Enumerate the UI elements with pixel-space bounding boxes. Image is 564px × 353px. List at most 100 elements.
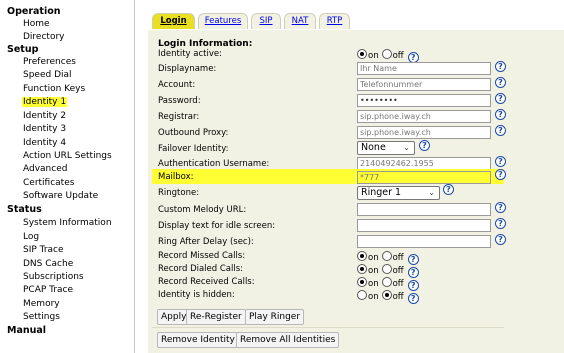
record-received-on-radio[interactable] bbox=[357, 277, 367, 287]
chevron-down-icon: ⌄ bbox=[403, 143, 410, 152]
nav-item-identity-4[interactable]: Identity 4 bbox=[22, 138, 67, 148]
record-missed-calls-label: Record Missed Calls: bbox=[158, 251, 246, 261]
identity-hidden-label: Identity is hidden: bbox=[158, 290, 235, 300]
record-received-radio-group: on off? bbox=[357, 277, 419, 291]
identity-active-off-label: off bbox=[392, 51, 404, 61]
remove-all-identities-button[interactable]: Remove All Identities bbox=[236, 332, 340, 348]
nav-item-certificates[interactable]: Certificates bbox=[22, 178, 75, 188]
help-icon[interactable]: ? bbox=[495, 218, 506, 229]
record-missed-off-label: off bbox=[392, 253, 404, 263]
mailbox-label: Mailbox: bbox=[158, 172, 194, 182]
login-information-heading: Login Information: bbox=[158, 39, 253, 49]
tab-features[interactable]: Features bbox=[198, 13, 248, 29]
re-register-button[interactable]: Re-Register bbox=[186, 309, 246, 325]
record-received-off-radio[interactable] bbox=[381, 277, 392, 287]
help-icon[interactable]: ? bbox=[443, 184, 454, 195]
record-missed-on-radio[interactable] bbox=[357, 251, 367, 261]
failover-identity-value: None bbox=[361, 142, 386, 153]
record-dialed-on-radio[interactable] bbox=[357, 264, 367, 274]
identity-hidden-on-radio[interactable] bbox=[357, 290, 367, 300]
help-icon[interactable]: ? bbox=[419, 140, 430, 151]
registrar-input[interactable] bbox=[357, 110, 491, 123]
nav-item-log[interactable]: Log bbox=[22, 232, 40, 242]
account-label: Account: bbox=[158, 80, 196, 90]
record-dialed-calls-label: Record Dialed Calls: bbox=[158, 264, 244, 274]
identity-active-on-radio[interactable] bbox=[357, 49, 367, 59]
record-missed-on-label: on bbox=[368, 253, 379, 263]
help-icon[interactable]: ? bbox=[495, 77, 506, 88]
nav-item-software-update[interactable]: Software Update bbox=[22, 191, 99, 201]
password-input[interactable] bbox=[357, 94, 491, 107]
nav-item-dns-cache[interactable]: DNS Cache bbox=[22, 259, 74, 269]
nav-item-identity-3[interactable]: Identity 3 bbox=[22, 124, 67, 134]
identity-hidden-off-label: off bbox=[392, 292, 404, 302]
tab-sip[interactable]: SIP bbox=[251, 13, 281, 29]
help-icon[interactable]: ? bbox=[407, 293, 419, 304]
nav-item-settings[interactable]: Settings bbox=[22, 312, 61, 322]
nav-item-speed-dial[interactable]: Speed Dial bbox=[22, 70, 73, 80]
outbound-proxy-input[interactable] bbox=[357, 126, 491, 139]
failover-identity-label: Failover Identity: bbox=[158, 144, 229, 154]
record-missed-radio-group: on off? bbox=[357, 251, 419, 265]
displayname-input[interactable] bbox=[357, 62, 491, 75]
nav-section-manual[interactable]: Manual bbox=[7, 325, 46, 336]
help-icon[interactable]: ? bbox=[495, 234, 506, 245]
nav-item-memory[interactable]: Memory bbox=[22, 299, 61, 309]
button-row-separator bbox=[152, 327, 504, 328]
play-ringer-button[interactable]: Play Ringer bbox=[245, 309, 305, 325]
password-label: Password: bbox=[158, 96, 201, 106]
remove-identity-button[interactable]: Remove Identity bbox=[157, 332, 239, 348]
identity-hidden-radio-group: on off? bbox=[357, 290, 419, 304]
record-dialed-off-radio[interactable] bbox=[381, 264, 392, 274]
help-icon[interactable]: ? bbox=[495, 169, 506, 180]
chevron-down-icon: ⌄ bbox=[428, 188, 435, 197]
record-dialed-off-label: off bbox=[392, 266, 404, 276]
nav-section-status: Status bbox=[7, 204, 42, 215]
nav-item-identity-2[interactable]: Identity 2 bbox=[22, 111, 67, 121]
nav-item-function-keys[interactable]: Function Keys bbox=[22, 84, 86, 94]
record-dialed-on-label: on bbox=[368, 266, 379, 276]
nav-section-setup: Setup bbox=[7, 44, 39, 55]
idle-screen-text-input[interactable] bbox=[357, 219, 491, 232]
mailbox-input[interactable] bbox=[357, 171, 491, 184]
ring-after-delay-label: Ring After Delay (sec): bbox=[158, 237, 254, 247]
help-icon[interactable]: ? bbox=[495, 156, 506, 167]
help-icon[interactable]: ? bbox=[495, 93, 506, 104]
nav-section-operation: Operation bbox=[7, 6, 61, 17]
help-icon[interactable]: ? bbox=[495, 109, 506, 120]
left-navigation: Operation Home Directory Setup Preferenc… bbox=[0, 0, 134, 353]
nav-item-sip-trace[interactable]: SIP Trace bbox=[22, 245, 65, 255]
help-icon[interactable]: ? bbox=[495, 125, 506, 136]
tab-login[interactable]: Login bbox=[152, 13, 195, 29]
identity-active-off-radio[interactable] bbox=[381, 49, 392, 59]
help-icon[interactable]: ? bbox=[495, 61, 506, 72]
nav-item-pcap-trace[interactable]: PCAP Trace bbox=[22, 285, 74, 295]
record-received-calls-label: Record Received Calls: bbox=[158, 277, 255, 287]
identity-active-on-label: on bbox=[368, 51, 379, 61]
nav-item-directory[interactable]: Directory bbox=[22, 32, 65, 42]
tab-nat[interactable]: NAT bbox=[284, 13, 316, 29]
nav-item-advanced[interactable]: Advanced bbox=[22, 164, 68, 174]
failover-identity-select[interactable]: None ⌄ bbox=[357, 141, 415, 155]
record-received-on-label: on bbox=[368, 279, 379, 289]
identity-hidden-off-radio[interactable] bbox=[381, 290, 392, 300]
ringtone-select[interactable]: Ringer 1 ⌄ bbox=[357, 186, 440, 200]
nav-divider bbox=[134, 0, 135, 353]
auth-username-label: Authentication Username: bbox=[158, 159, 270, 169]
tab-rtp[interactable]: RTP bbox=[319, 13, 350, 29]
ringtone-value: Ringer 1 bbox=[361, 187, 402, 198]
nav-item-home[interactable]: Home bbox=[22, 19, 51, 29]
nav-item-subscriptions[interactable]: Subscriptions bbox=[22, 272, 85, 282]
custom-melody-url-input[interactable] bbox=[357, 203, 491, 216]
account-input[interactable] bbox=[357, 78, 491, 91]
nav-item-identity-1[interactable]: Identity 1 bbox=[22, 97, 68, 107]
identity-hidden-on-label: on bbox=[368, 292, 379, 302]
record-missed-off-radio[interactable] bbox=[381, 251, 392, 261]
nav-item-preferences[interactable]: Preferences bbox=[22, 57, 77, 67]
identity-active-radio-group: on off? bbox=[357, 49, 419, 63]
ring-after-delay-input[interactable] bbox=[357, 235, 491, 248]
identity-active-label: Identity active: bbox=[158, 49, 222, 59]
nav-item-action-url-settings[interactable]: Action URL Settings bbox=[22, 151, 113, 161]
nav-item-system-information[interactable]: System Information bbox=[22, 218, 113, 228]
help-icon[interactable]: ? bbox=[495, 202, 506, 213]
